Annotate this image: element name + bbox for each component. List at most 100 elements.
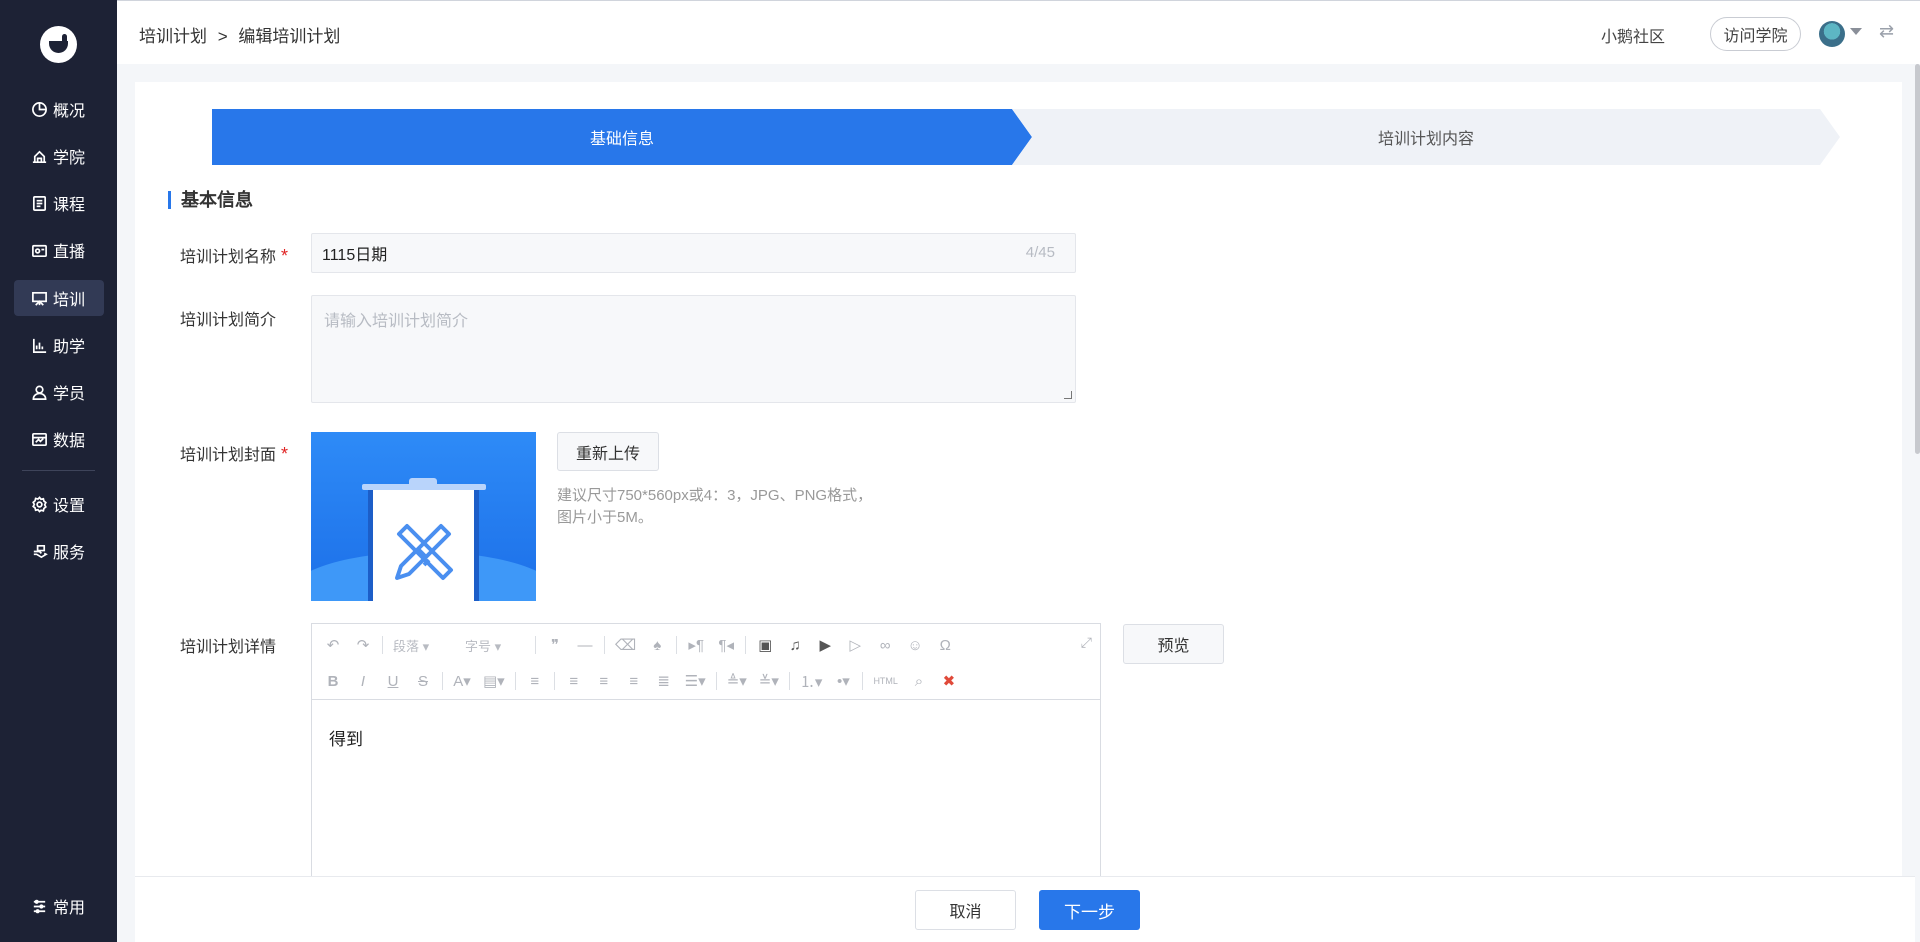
- sidebar-item-settings[interactable]: 设置: [14, 486, 104, 522]
- toolbar-separator: [535, 636, 536, 654]
- toolbar-separator: [382, 636, 383, 654]
- link-icon[interactable]: ∞: [876, 637, 894, 654]
- eraser-icon[interactable]: ⌫: [615, 636, 636, 654]
- chart-icon: [30, 336, 48, 354]
- redo-icon[interactable]: ↷: [354, 636, 372, 654]
- toolbar-separator: [676, 636, 678, 654]
- chevron-down-icon[interactable]: [1850, 28, 1862, 35]
- cover-hint: 建议尺寸750*560px或4：3，JPG、PNG格式， 图片小于5M。: [557, 485, 897, 529]
- visit-academy-button[interactable]: 访问学院: [1710, 17, 1801, 51]
- name-label-text: 培训计划名称: [180, 249, 277, 266]
- intro-label: 培训计划简介: [180, 312, 277, 329]
- unordered-list-icon[interactable]: •▾: [834, 672, 852, 690]
- search-icon[interactable]: ⌕: [910, 673, 928, 690]
- ltr-icon[interactable]: ▸¶: [687, 636, 705, 654]
- section-title: 基本信息: [168, 191, 253, 209]
- sidebar-item-label: 课程: [53, 197, 86, 214]
- step-label: 培训计划内容: [1377, 131, 1474, 148]
- logo[interactable]: [40, 26, 77, 63]
- next-step-button[interactable]: 下一步: [1039, 890, 1140, 930]
- step-basic-info[interactable]: 基础信息: [212, 109, 1032, 165]
- cancel-button[interactable]: 取消: [915, 890, 1016, 930]
- whiteboard-clip: [409, 478, 437, 486]
- strikethrough-icon[interactable]: S: [414, 673, 432, 690]
- undo-icon[interactable]: ↶: [324, 636, 342, 654]
- reupload-button[interactable]: 重新上传: [557, 432, 659, 471]
- paragraph-dropdown[interactable]: 段落 ▾: [393, 636, 453, 655]
- step-label: 基础信息: [589, 131, 654, 148]
- sidebar-item-service[interactable]: 服务: [14, 533, 104, 569]
- sidebar-item-students[interactable]: 学员: [14, 374, 104, 410]
- community-link[interactable]: 小鹅社区: [1601, 23, 1665, 47]
- cover-image[interactable]: [311, 432, 536, 601]
- toolbar-separator: [788, 672, 790, 690]
- toolbar-separator: [553, 672, 555, 690]
- scrollbar[interactable]: [1915, 64, 1920, 454]
- fullscreen-icon[interactable]: ⤢: [1081, 634, 1092, 651]
- plugin-icon[interactable]: ✖: [940, 672, 958, 690]
- align-left-icon[interactable]: ≡: [565, 673, 583, 690]
- toolbar-separator: [604, 636, 605, 654]
- paragraph-spacing-after-icon[interactable]: ≚▾: [759, 672, 779, 690]
- step-plan-content[interactable]: 培训计划内容: [1012, 109, 1840, 165]
- align-right-icon[interactable]: ≡: [625, 673, 643, 690]
- indent-icon[interactable]: ≡: [526, 673, 544, 690]
- align-center-icon[interactable]: ≡: [595, 673, 613, 690]
- music-icon[interactable]: ♫: [786, 637, 804, 654]
- html-source-icon[interactable]: HTML: [873, 676, 898, 686]
- horizontal-rule-icon[interactable]: —: [576, 637, 594, 654]
- font-color-icon[interactable]: A▾: [453, 672, 471, 690]
- sidebar-item-label: 学院: [53, 150, 86, 167]
- sidebar-item-label: 服务: [53, 545, 86, 562]
- sidebar-item-training[interactable]: 培训: [14, 280, 104, 316]
- live-icon: [30, 241, 48, 259]
- resize-handle-icon[interactable]: [1064, 391, 1072, 399]
- align-justify-icon[interactable]: ≣: [655, 672, 673, 690]
- fontsize-dropdown[interactable]: 字号 ▾: [465, 636, 525, 655]
- pencil-ruler-icon: [395, 524, 453, 580]
- sidebar-item-academy[interactable]: 学院: [14, 138, 104, 174]
- image-icon[interactable]: ▣: [756, 636, 774, 654]
- data-icon: [30, 430, 48, 448]
- sidebar-item-overview[interactable]: 概况: [14, 91, 104, 127]
- paragraph-dropdown-label: 段落: [393, 638, 420, 654]
- format-brush-icon[interactable]: ♠: [648, 637, 666, 654]
- bold-icon[interactable]: B: [324, 673, 342, 690]
- editor-content[interactable]: 得到: [312, 700, 1100, 775]
- sidebar-item-course[interactable]: 课程: [14, 185, 104, 221]
- rtl-icon[interactable]: ¶◂: [717, 636, 735, 654]
- training-icon: [30, 289, 48, 307]
- omega-icon[interactable]: Ω: [936, 637, 954, 654]
- sidebar-item-common[interactable]: 常用: [14, 888, 104, 924]
- line-height-icon[interactable]: ☰▾: [685, 672, 706, 690]
- quote-icon[interactable]: ❞: [546, 636, 564, 654]
- academy-icon: [30, 147, 48, 165]
- plan-name-value: 1115日期: [322, 247, 388, 264]
- plan-name-input[interactable]: 1115日期 4/45: [311, 233, 1076, 273]
- sidebar-item-assist[interactable]: 助学: [14, 327, 104, 363]
- sidebar-item-data[interactable]: 数据: [14, 421, 104, 457]
- sidebar-item-live[interactable]: 直播: [14, 232, 104, 268]
- background-color-icon[interactable]: ▤▾: [483, 672, 505, 690]
- emoji-icon[interactable]: ☺: [906, 637, 924, 654]
- video-icon[interactable]: ▶: [816, 636, 834, 654]
- preview-button[interactable]: 预览: [1123, 624, 1224, 664]
- sidebar-item-label: 直播: [53, 244, 86, 261]
- course-icon: [30, 194, 48, 212]
- list-icon: [30, 897, 48, 915]
- char-counter: 4/45: [1025, 244, 1055, 261]
- fontsize-dropdown-label: 字号: [465, 638, 492, 654]
- paragraph-spacing-before-icon[interactable]: ≜▾: [727, 672, 747, 690]
- switch-icon[interactable]: ⇄: [1879, 21, 1899, 41]
- breadcrumb: 培训计划 > 编辑培训计划: [139, 22, 346, 47]
- cover-label: 培训计划封面 *: [180, 441, 288, 465]
- top-header: 培训计划 > 编辑培训计划 小鹅社区 访问学院 ⇄: [117, 0, 1920, 64]
- italic-icon[interactable]: I: [354, 673, 372, 690]
- editor-toolbar: ↶ ↷ 段落 ▾ 字号 ▾ ❞ — ⌫ ♠ ▸¶ ¶◂ ▣ ♫ ▶ ▷ ∞ ☺ …: [312, 624, 1100, 700]
- breadcrumb-link-training-plan[interactable]: 培训计划: [139, 27, 207, 46]
- underline-icon[interactable]: U: [384, 673, 402, 690]
- ordered-list-icon[interactable]: ⒈▾: [800, 671, 823, 692]
- media-icon[interactable]: ▷: [846, 636, 864, 654]
- plan-intro-textarea[interactable]: 请输入培训计划简介: [311, 295, 1076, 403]
- avatar[interactable]: [1819, 21, 1845, 47]
